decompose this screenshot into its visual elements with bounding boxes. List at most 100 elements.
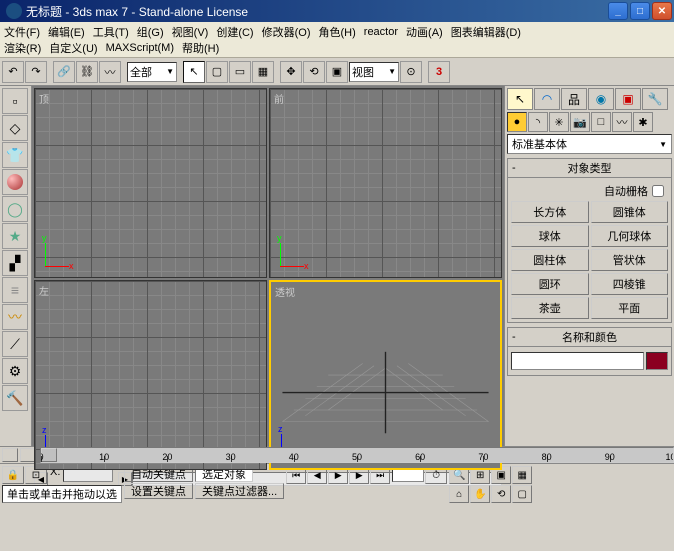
tick-label: 90: [605, 452, 615, 462]
unlink-button[interactable]: ⛓: [76, 61, 98, 83]
link-button[interactable]: 🔗: [53, 61, 75, 83]
motion-tab[interactable]: ◉: [588, 88, 614, 110]
main-toolbar: ↶ ↷ 🔗 ⛓ 〰 全部 ▼ ↖ ▢ ▭ ▦ ✥ ⟲ ▣ 视图 ▼ ⊙ 3: [0, 58, 674, 86]
app-icon: [6, 3, 22, 19]
bind-spacewarp-button[interactable]: 〰: [99, 61, 121, 83]
geometry-button[interactable]: ●: [507, 112, 527, 132]
orbit-button[interactable]: ⟲: [491, 485, 511, 503]
box-primitive-icon[interactable]: ▫: [2, 88, 28, 114]
modify-tab[interactable]: ◠: [534, 88, 560, 110]
key-filters-button[interactable]: 关键点过滤器...: [195, 483, 284, 499]
key-mode-button[interactable]: [2, 448, 18, 462]
autogrid-label: 自动栅格: [604, 183, 648, 199]
viewport-perspective[interactable]: 透视 zx: [269, 280, 502, 470]
menu-item[interactable]: 渲染(R): [4, 40, 41, 56]
ref-coord-label: 视图: [352, 64, 374, 80]
close-button[interactable]: ✕: [652, 2, 672, 20]
ring-icon[interactable]: ◯: [2, 196, 28, 222]
primitive-button[interactable]: 圆锥体: [591, 201, 669, 223]
maximize-viewport-button[interactable]: ▢: [512, 485, 532, 503]
primitive-button[interactable]: 长方体: [511, 201, 589, 223]
fov-button[interactable]: ⌂: [449, 485, 469, 503]
sphere-icon[interactable]: [2, 169, 28, 195]
name-color-rollout-header[interactable]: - 名称和颜色: [507, 327, 672, 347]
gear-icon[interactable]: ⚙: [2, 358, 28, 384]
cylinder-icon[interactable]: ≡: [2, 277, 28, 303]
primitive-button[interactable]: 圆柱体: [511, 249, 589, 271]
zoom-extents-all-button[interactable]: ▦: [512, 466, 532, 484]
menu-item[interactable]: reactor: [364, 26, 398, 38]
lights-button[interactable]: ✳: [549, 112, 569, 132]
primitive-button[interactable]: 管状体: [591, 249, 669, 271]
primitive-button[interactable]: 圆环: [511, 273, 589, 295]
spring-icon[interactable]: 〰: [2, 304, 28, 330]
primitive-button[interactable]: 几何球体: [591, 225, 669, 247]
menu-item[interactable]: 工具(T): [93, 24, 129, 40]
selection-filter-label: 全部: [130, 64, 152, 80]
snap-button[interactable]: 3: [428, 61, 450, 83]
select-button[interactable]: ↖: [183, 61, 205, 83]
lock-button[interactable]: 🔒: [2, 466, 24, 484]
object-name-input[interactable]: [511, 352, 644, 370]
pan-button[interactable]: ✋: [470, 485, 490, 503]
primitive-button[interactable]: 平面: [591, 297, 669, 319]
shapes-icon[interactable]: ◇: [2, 115, 28, 141]
tick-label: 30: [226, 452, 236, 462]
collapse-icon: -: [512, 162, 516, 174]
cameras-button[interactable]: 📷: [570, 112, 590, 132]
autogrid-checkbox[interactable]: [652, 185, 664, 197]
undo-button[interactable]: ↶: [2, 61, 24, 83]
redo-button[interactable]: ↷: [25, 61, 47, 83]
teapot-icon[interactable]: 👕: [2, 142, 28, 168]
minimize-button[interactable]: _: [608, 2, 628, 20]
selection-filter-combo[interactable]: 全部 ▼: [127, 62, 177, 82]
menu-item[interactable]: 创建(C): [216, 24, 253, 40]
menu-item[interactable]: 自定义(U): [49, 40, 97, 56]
object-type-label: 对象类型: [568, 160, 612, 176]
set-key-button[interactable]: 设置关键点: [124, 483, 193, 499]
move-button[interactable]: ✥: [280, 61, 302, 83]
spacewarps-button[interactable]: 〰: [612, 112, 632, 132]
primitive-button[interactable]: 茶壶: [511, 297, 589, 319]
menu-item[interactable]: 图表编辑器(D): [451, 24, 521, 40]
menu-item[interactable]: 动画(A): [406, 24, 443, 40]
display-tab[interactable]: ▣: [615, 88, 641, 110]
menu-item[interactable]: 编辑(E): [48, 24, 85, 40]
tick-label: 40: [289, 452, 299, 462]
viewport-front[interactable]: 前 yx: [269, 88, 502, 278]
select-region-button[interactable]: ▭: [229, 61, 251, 83]
window-crossing-button[interactable]: ▦: [252, 61, 274, 83]
select-by-name-button[interactable]: ▢: [206, 61, 228, 83]
object-type-rollout-header[interactable]: - 对象类型: [507, 158, 672, 178]
timeline-ruler[interactable]: 0102030405060708090100: [40, 447, 674, 463]
menu-item[interactable]: 角色(H): [319, 24, 356, 40]
shapes-button[interactable]: ◝: [528, 112, 548, 132]
category-dropdown[interactable]: 标准基本体 ▼: [507, 134, 672, 154]
menu-item[interactable]: 视图(V): [172, 24, 209, 40]
viewport-top[interactable]: 顶 yx: [34, 88, 267, 278]
menu-item[interactable]: 修改器(O): [262, 24, 311, 40]
menu-item[interactable]: 文件(F): [4, 24, 40, 40]
scale-button[interactable]: ▣: [326, 61, 348, 83]
menu-item[interactable]: 组(G): [137, 24, 164, 40]
ref-coord-combo[interactable]: 视图 ▼: [349, 62, 399, 82]
star-icon[interactable]: ★: [2, 223, 28, 249]
tick-label: 0: [40, 452, 44, 462]
rotate-button[interactable]: ⟲: [303, 61, 325, 83]
systems-button[interactable]: ✱: [633, 112, 653, 132]
primitive-button[interactable]: 四棱锥: [591, 273, 669, 295]
create-tab[interactable]: ↖: [507, 88, 533, 110]
menu-item[interactable]: MAXScript(M): [106, 42, 174, 54]
helpers-button[interactable]: □: [591, 112, 611, 132]
checker-icon[interactable]: ▞: [2, 250, 28, 276]
menu-item[interactable]: 帮助(H): [182, 40, 219, 56]
bone-icon[interactable]: ⟋: [2, 331, 28, 357]
viewport-left[interactable]: 左 zy: [34, 280, 267, 470]
utilities-tab[interactable]: 🔧: [642, 88, 668, 110]
object-color-swatch[interactable]: [646, 352, 668, 370]
pivot-button[interactable]: ⊙: [400, 61, 422, 83]
maximize-button[interactable]: □: [630, 2, 650, 20]
hierarchy-tab[interactable]: 品: [561, 88, 587, 110]
primitive-button[interactable]: 球体: [511, 225, 589, 247]
hammer-icon[interactable]: 🔨: [2, 385, 28, 411]
